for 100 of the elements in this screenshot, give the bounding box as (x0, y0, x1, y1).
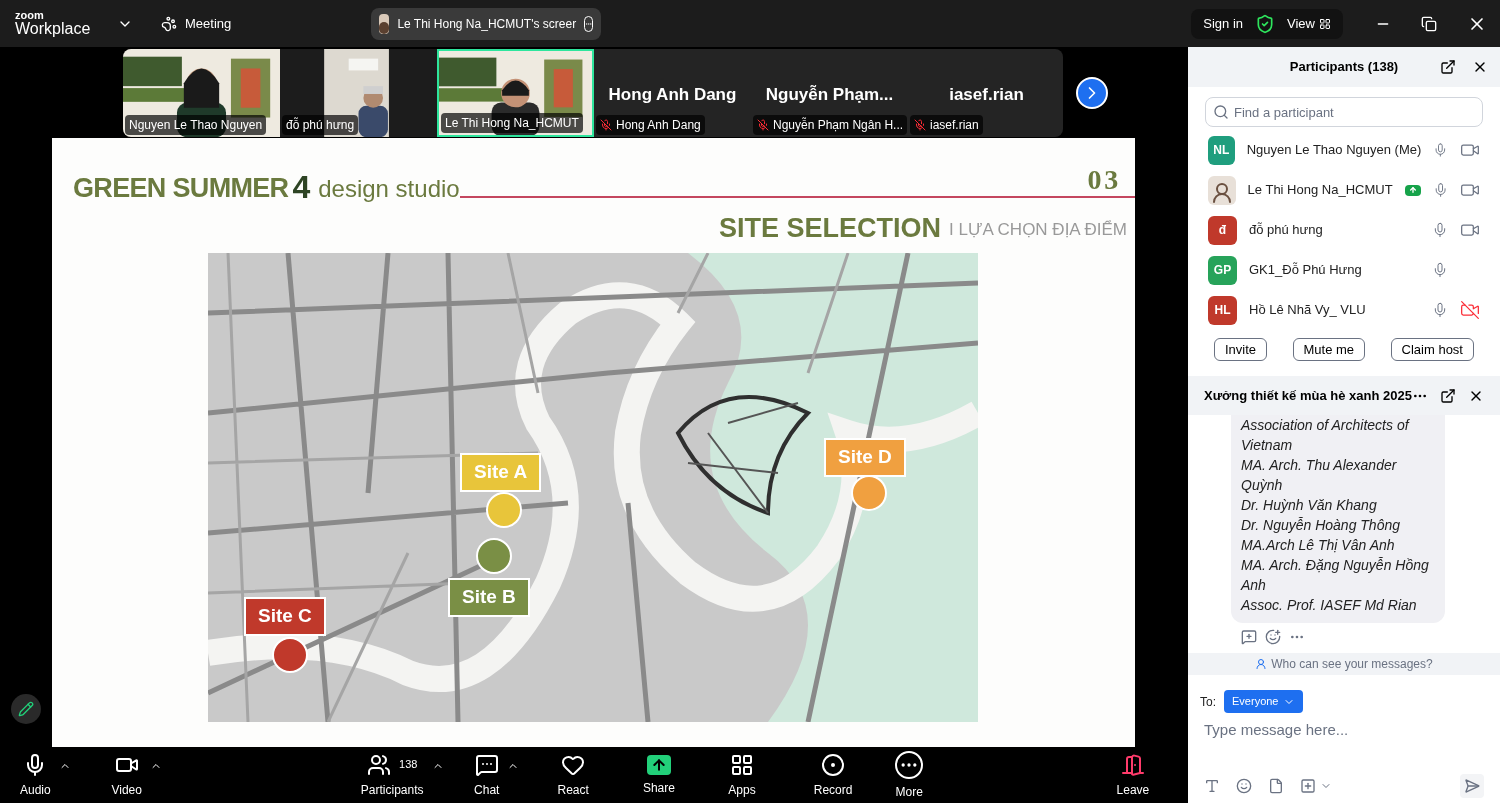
panel-title: Participants (138) (1288, 58, 1400, 77)
participant-row[interactable]: HL Hồ Lê Nhã Vy_ VLU (1188, 290, 1500, 330)
toolbar-button[interactable]: More (887, 750, 932, 801)
toolbar-button[interactable]: Video (103, 752, 150, 799)
brand-number: 4 (292, 170, 311, 204)
participant-name-title: Hong Anh Dang (607, 83, 738, 106)
logo-small: zoom (15, 10, 45, 21)
person-icon (1255, 658, 1268, 670)
section-title: SITE SELECTION (719, 212, 942, 244)
paw-icon (161, 15, 177, 32)
video-tile[interactable]: iasef.rian iasef.rian (908, 48, 1063, 137)
participant-count: 138 (399, 757, 418, 773)
participant-name: đỗ phú hưng (1249, 221, 1324, 240)
add-reaction-icon[interactable] (1265, 629, 1281, 645)
shield-check-icon (1255, 13, 1276, 34)
emoji-icon[interactable] (1236, 778, 1252, 794)
avatar-initials: NL (1208, 135, 1235, 165)
screenshot-icon[interactable] (1300, 778, 1316, 794)
participant-name-title: iasef.rian (948, 83, 1025, 106)
video-tile[interactable]: đỗ phú hưng (280, 48, 437, 137)
participant-name: GK1_Đỗ Phú Hưng (1249, 261, 1363, 280)
sign-in-button[interactable]: Sign in (1203, 13, 1244, 34)
view-button[interactable]: View (1287, 13, 1331, 34)
panel-button[interactable]: Claim host (1390, 338, 1474, 361)
panel-button[interactable]: Mute me (1292, 338, 1366, 361)
name-label: iasef.rian (910, 114, 983, 135)
avatar-initials: HL (1208, 295, 1237, 325)
search-field[interactable]: Find a participant (1205, 97, 1483, 127)
video-off-icon[interactable] (1460, 300, 1480, 320)
name-label: Nguyễn Phạm Ngân H... (753, 114, 908, 135)
video-tile[interactable]: Le Thi Hong Na_HCMUT (437, 48, 594, 137)
brand-subtitle: design studio (318, 174, 460, 204)
format-text-icon[interactable] (1204, 778, 1220, 794)
toolbar-button[interactable]: Apps (720, 752, 764, 799)
participant-row[interactable]: đ đỗ phú hưng (1188, 210, 1500, 250)
brand-title: GREEN SUMMER (73, 172, 289, 204)
site-label: Site B (448, 578, 530, 617)
people-icon (367, 752, 391, 777)
video-tile[interactable]: Nguyễn Phạm... Nguyễn Phạm Ngân H... (751, 48, 908, 137)
chat-title: Xưởng thiết kế mùa hè xanh 2025 (1204, 386, 1412, 405)
muted-microphone-icon (600, 118, 612, 131)
leave-door-icon (1120, 752, 1145, 777)
participant-name: Hồ Lê Nhã Vy_ VLU (1249, 301, 1367, 320)
file-icon[interactable] (1268, 778, 1284, 794)
toolbar-button[interactable]: React (549, 752, 597, 799)
participant-name: Le Thi Hong Na_HCMUT (1247, 181, 1393, 200)
name-label: Hong Anh Dang (596, 114, 705, 135)
reply-icon[interactable] (1241, 629, 1257, 645)
muted-microphone-icon (914, 118, 926, 131)
pop-out-icon[interactable] (1440, 387, 1456, 404)
video-tile[interactable]: Hong Anh Dang Hong Anh Dang (594, 48, 751, 137)
name-label: Nguyen Le Thao Nguyen (125, 114, 267, 135)
muted-microphone-icon (757, 118, 769, 131)
screen-share-pill[interactable]: Le Thi Hong Na_HCMUT's screer (371, 7, 602, 40)
logo-text: Workplace (15, 21, 92, 37)
participant-row[interactable]: GP GK1_Đỗ Phú Hưng (1188, 250, 1500, 290)
message-input[interactable]: Type message here... (1204, 719, 1484, 741)
grid-icon (1319, 17, 1331, 30)
avatar-initials: đ (1208, 215, 1237, 245)
panel-button[interactable]: Invite (1214, 338, 1268, 361)
leave-button[interactable]: Leave (1108, 752, 1158, 799)
privacy-note[interactable]: Who can see your messages? (1188, 653, 1500, 675)
microphone-icon[interactable] (1432, 302, 1448, 318)
page-number: 03 (1087, 164, 1122, 196)
participant-row[interactable]: NL Nguyen Le Thao Nguyen (Me) (1188, 130, 1500, 170)
chat-bubble-icon (474, 752, 499, 777)
toolbar-button[interactable]: Record (805, 752, 861, 799)
video-tile[interactable]: Nguyen Le Thao Nguyen (123, 48, 280, 137)
name-label: đỗ phú hưng (282, 114, 359, 135)
toolbar-button[interactable]: Audio (12, 752, 59, 799)
annotate-button[interactable] (11, 694, 41, 724)
avatar-initials: GP (1208, 255, 1237, 285)
pencil-icon (18, 701, 34, 717)
search-icon (1213, 104, 1229, 120)
record-icon (821, 752, 846, 777)
restore-icon[interactable] (1421, 15, 1437, 32)
pop-out-icon[interactable] (1440, 59, 1456, 75)
next-page-button[interactable] (1076, 76, 1108, 109)
microphone-icon[interactable] (1433, 142, 1448, 158)
site-label: Site C (244, 597, 326, 636)
site-label: Site A (460, 453, 542, 492)
section-subtitle: I LỰA CHỌN ĐỊA ĐIỂM (949, 219, 1127, 241)
participant-name: Nguyen Le Thao Nguyen (Me) (1246, 141, 1422, 160)
recipient-dropdown[interactable]: Everyone (1224, 690, 1303, 713)
toolbar-button[interactable]: Share (634, 754, 683, 797)
toolbar-button[interactable]: 138 Participants (352, 752, 432, 799)
participant-row[interactable]: Le Thi Hong Na_HCMUT (1188, 170, 1500, 210)
toolbar-button[interactable]: Chat (466, 752, 508, 799)
more-icon (895, 750, 924, 779)
send-icon[interactable] (1460, 774, 1484, 798)
microphone-icon[interactable] (1432, 222, 1448, 238)
participant-name-title: Nguyễn Phạm... (764, 83, 895, 106)
meeting-button[interactable]: Meeting (161, 13, 232, 34)
chat-message: Association of Architects of Vietnam MA. Arch. Thu Alexander Quỳnh Dr. Huỳnh Văn Khang Dr. Nguyễn Hoàng Thông MA.Arch Lê Thị Vân Anh MA. Arch. Đặng Nguyễn Hồng Anh Assoc. Prof. IASEF Md Rian (1231, 415, 1445, 623)
screen-share-title: Le Thi Hong Na_HCMUT's screer (397, 15, 577, 33)
apps-icon (730, 752, 754, 777)
to-label: To: (1200, 693, 1216, 711)
site-label: Site D (824, 438, 906, 477)
name-label: Le Thi Hong Na_HCMUT (441, 112, 583, 133)
microphone-icon[interactable] (1432, 262, 1448, 278)
